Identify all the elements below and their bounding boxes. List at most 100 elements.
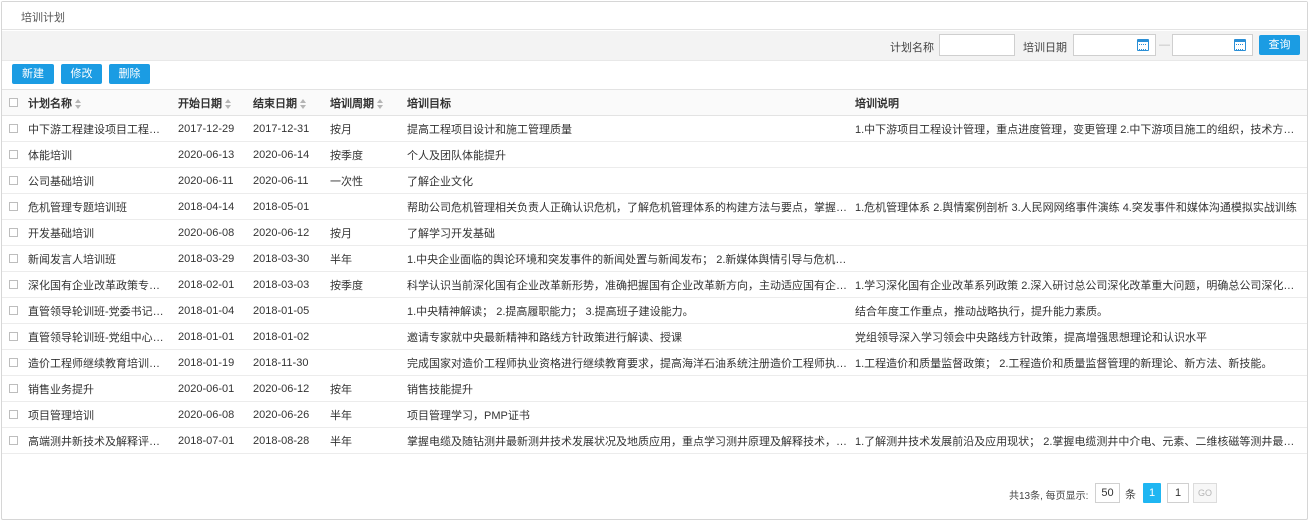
table-row[interactable]: 开发基础培训 2020-06-08 2020-06-12 按月 了解学习开发基础 [2, 219, 1307, 246]
cell-desc [851, 141, 1307, 168]
cell-goal: 1.中央精神解读； 2.提高履职能力； 3.提高班子建设能力。 [403, 297, 851, 324]
cell-desc: 党组领导深入学习领会中央路线方针政策，提高增强思想理论和认识水平 [851, 323, 1307, 350]
main-panel: 培训计划 计划名称 培训日期 — 查询 新建 修改 删除 计划名称 开始日期 结… [1, 1, 1308, 520]
sort-icon[interactable] [377, 98, 384, 109]
cell-name: 深化国有企业改革政策专题培训班 [24, 271, 174, 298]
row-checkbox[interactable] [9, 150, 18, 160]
cell-name: 项目管理培训 [24, 401, 174, 428]
cell-start: 2018-01-04 [174, 297, 249, 324]
row-checkbox[interactable] [9, 384, 18, 394]
cell-goal: 邀请专家就中央最新精神和路线方针政策进行解读、授课 [403, 323, 851, 350]
sort-icon[interactable] [300, 98, 307, 109]
cell-start: 2020-06-08 [174, 401, 249, 428]
goto-page-input[interactable]: 1 [1167, 483, 1189, 503]
sort-icon[interactable] [225, 98, 232, 109]
delete-button[interactable]: 删除 [109, 64, 150, 84]
cell-start: 2018-04-14 [174, 193, 249, 220]
cell-end: 2020-06-12 [249, 219, 326, 246]
table-row[interactable]: 直管领导轮训班-党委书记暨纪委书记2018-01-042018-01-05 1.中… [2, 297, 1307, 324]
cell-desc [851, 167, 1307, 194]
calendar-icon[interactable] [1234, 39, 1246, 51]
row-checkbox[interactable] [9, 332, 18, 342]
row-checkbox[interactable] [9, 124, 18, 134]
cell-start: 2017-12-29 [174, 115, 249, 142]
cell-start: 2018-01-01 [174, 323, 249, 350]
cell-start: 2020-06-01 [174, 375, 249, 402]
table-row[interactable]: 体能培训 2020-06-13 2020-06-14 按季度 个人及团队体能提升 [2, 141, 1307, 168]
table-row[interactable]: 危机管理专题培训班 2018-04-14 2018-05-01 帮助公司危机管理相关负… [2, 193, 1307, 220]
cell-goal: 1.中央企业面临的舆论环境和突发事件的新闻处置与新闻发布； 2.新媒体舆情引导与… [403, 245, 851, 272]
cell-period: 按月 [326, 219, 403, 246]
table-row[interactable]: 新闻发言人培训班 2018-03-29 2018-03-30 半年 1.中央企业面临的舆… [2, 245, 1307, 272]
cell-end: 2018-01-05 [249, 297, 326, 324]
cell-end: 2020-06-26 [249, 401, 326, 428]
cell-start: 2020-06-13 [174, 141, 249, 168]
go-button[interactable]: GO [1193, 483, 1217, 503]
cell-desc [851, 219, 1307, 246]
page-size-unit: 条 [1125, 489, 1136, 501]
page-button-current[interactable]: 1 [1143, 483, 1161, 503]
cell-goal: 个人及团队体能提升 [403, 141, 851, 168]
row-checkbox[interactable] [9, 410, 18, 420]
row-checkbox[interactable] [9, 280, 18, 290]
query-button[interactable]: 查询 [1259, 35, 1300, 55]
edit-button[interactable]: 修改 [61, 64, 102, 84]
cell-period: 半年 [326, 427, 403, 454]
table-row[interactable]: 高端测井新技术及解释评价培训班2018-07-012018-08-28半年掌握电… [2, 427, 1307, 454]
cell-end: 2018-03-30 [249, 245, 326, 272]
calendar-icon[interactable] [1137, 39, 1149, 51]
table-row[interactable]: 销售业务提升 2020-06-01 2020-06-12 按年 销售技能提升 [2, 375, 1307, 402]
row-checkbox[interactable] [9, 228, 18, 238]
plan-name-input[interactable] [939, 34, 1015, 56]
column-header-label: 计划名称 [28, 97, 72, 110]
cell-period: 按季度 [326, 141, 403, 168]
column-header-start[interactable]: 开始日期 [174, 89, 249, 116]
cell-period: 按月 [326, 115, 403, 142]
row-checkbox[interactable] [9, 358, 18, 368]
date-to-input[interactable] [1172, 34, 1253, 56]
cell-name: 危机管理专题培训班 [24, 193, 174, 220]
column-header-end[interactable]: 结束日期 [249, 89, 326, 116]
cell-period: 按季度 [326, 271, 403, 298]
row-checkbox[interactable] [9, 306, 18, 316]
cell-end: 2018-11-30 [249, 349, 326, 376]
row-checkbox[interactable] [9, 176, 18, 186]
cell-name: 销售业务提升 [24, 375, 174, 402]
cell-goal: 项目管理学习，PMP证书 [403, 401, 851, 428]
date-from-input[interactable] [1073, 34, 1156, 56]
column-header-label: 开始日期 [178, 97, 222, 110]
table-row[interactable]: 深化国有企业改革政策专题培训班2018-02-012018-03-03按季度科学… [2, 271, 1307, 298]
page-title: 培训计划 [21, 12, 65, 24]
cell-period: 半年 [326, 245, 403, 272]
cell-name: 开发基础培训 [24, 219, 174, 246]
row-checkbox[interactable] [9, 436, 18, 446]
column-header-label: 培训周期 [330, 97, 374, 110]
cell-goal: 销售技能提升 [403, 375, 851, 402]
cell-end: 2018-08-28 [249, 427, 326, 454]
table-row[interactable]: 公司基础培训 2020-06-11 2020-06-11 一次性 了解企业文化 [2, 167, 1307, 194]
search-bar: 计划名称 培训日期 — 查询 [2, 31, 1307, 61]
column-header-name[interactable]: 计划名称 [24, 89, 174, 116]
select-all-checkbox[interactable] [9, 98, 18, 108]
table-row[interactable]: 直管领导轮训班-党组中心组学习 2018-01-01 2018-01-02 邀请专家就… [2, 323, 1307, 350]
cell-desc [851, 245, 1307, 272]
sort-icon[interactable] [75, 98, 82, 109]
column-header-label: 结束日期 [253, 97, 297, 110]
table-row[interactable]: 造价工程师继续教育培训和考试 2018-01-19 2018-11-30 完成国家对造… [2, 349, 1307, 376]
table-header-row: 计划名称 开始日期 结束日期 培训周期 培训目标 培训说明 [2, 89, 1307, 116]
table-row[interactable]: 中下游工程建设项目工程设计与施工管理2017-12-292017-12-31按月… [2, 115, 1307, 142]
page-size-input[interactable]: 50 [1095, 483, 1120, 503]
cell-goal: 提高工程项目设计和施工管理质量 [403, 115, 851, 142]
row-checkbox[interactable] [9, 202, 18, 212]
cell-period [326, 323, 403, 350]
cell-start: 2018-01-19 [174, 349, 249, 376]
cell-goal: 掌握电缆及随钻测井最新测井技术发展状况及地质应用，重点学习测井原理及解释技术，提… [403, 427, 851, 454]
add-button[interactable]: 新建 [12, 64, 54, 84]
cell-name: 高端测井新技术及解释评价培训班 [24, 427, 174, 454]
column-header-period[interactable]: 培训周期 [326, 89, 403, 116]
row-checkbox[interactable] [9, 254, 18, 264]
cell-period: 一次性 [326, 167, 403, 194]
table-row[interactable]: 项目管理培训 2020-06-08 2020-06-26 半年 项目管理学习，PMP证书 [2, 401, 1307, 428]
cell-desc [851, 375, 1307, 402]
cell-goal: 了解企业文化 [403, 167, 851, 194]
